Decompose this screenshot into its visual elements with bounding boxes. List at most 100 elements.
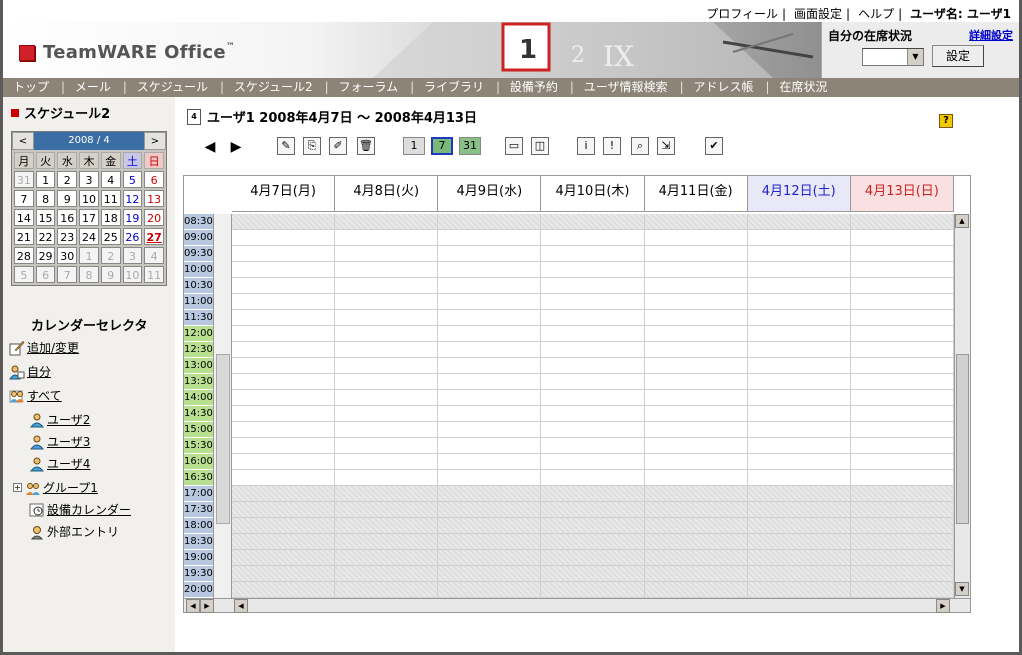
mini-calendar-day[interactable]: 27 [144,228,164,245]
day-header-fri[interactable]: 4月11日(金) [644,176,748,211]
mini-calendar-day[interactable]: 6 [144,171,164,188]
tree-item-self[interactable]: 自分 [9,363,51,380]
schedule-cell[interactable] [748,214,851,229]
copy-entry-icon[interactable]: ⎘ [303,137,321,155]
mini-calendar-day[interactable]: 9 [57,190,78,207]
schedule-cell[interactable] [645,294,748,309]
mini-calendar-day[interactable]: 13 [144,190,164,207]
schedule-cell[interactable] [541,294,645,309]
schedule-cell[interactable] [851,262,954,277]
mini-calendar-day[interactable]: 24 [79,228,99,245]
schedule-cell[interactable] [541,214,645,229]
schedule-cell[interactable] [335,454,439,469]
mini-calendar-day[interactable]: 7 [57,266,78,283]
mini-calendar-day[interactable]: 9 [100,266,121,283]
schedule-cell[interactable] [335,262,439,277]
schedule-cell[interactable] [645,582,748,597]
schedule-cell[interactable] [748,566,851,581]
mini-calendar-day[interactable]: 18 [100,209,121,226]
check-icon[interactable]: ✔ [705,137,723,155]
mini-calendar-day[interactable]: 16 [57,209,78,226]
schedule-cell[interactable] [851,326,954,341]
mini-calendar-day[interactable]: 26 [122,228,143,245]
day-header-sat[interactable]: 4月12日(土) [747,176,851,211]
schedule-cell[interactable] [541,310,645,325]
schedule-cell[interactable] [438,454,542,469]
schedule-cell[interactable] [645,550,748,565]
mini-calendar-day[interactable]: 6 [35,266,56,283]
schedule-cell[interactable] [748,326,851,341]
schedule-cell[interactable] [748,390,851,405]
schedule-cell[interactable] [541,390,645,405]
schedule-cell[interactable] [232,294,336,309]
schedule-cell[interactable] [748,582,851,597]
chevron-down-icon[interactable]: ▼ [907,49,923,65]
schedule-cell[interactable] [335,518,439,533]
presence-detail-link[interactable]: 詳細設定 [969,27,1013,43]
schedule-cell[interactable] [541,278,645,293]
schedule-cell[interactable] [335,326,439,341]
info-icon[interactable]: i [577,137,595,155]
schedule-cell[interactable] [541,550,645,565]
schedule-cell[interactable] [232,438,336,453]
schedule-cell[interactable] [438,550,542,565]
schedule-cell[interactable] [851,534,954,549]
mini-calendar-day[interactable]: 2 [100,247,121,264]
presence-set-button[interactable]: 設定 [932,45,984,67]
schedule-cell[interactable] [232,230,336,245]
mini-calendar-day[interactable]: 7 [14,190,34,207]
scroll-left-icon[interactable]: ◀ [234,599,248,613]
schedule-cell[interactable] [851,342,954,357]
expand-plus-icon[interactable]: + [13,483,22,492]
schedule-cell[interactable] [851,374,954,389]
mini-calendar-day[interactable]: 1 [35,171,56,188]
schedule-cell[interactable] [645,566,748,581]
schedule-cell[interactable] [335,246,439,261]
schedule-cell[interactable] [232,470,336,485]
schedule-cell[interactable] [541,358,645,373]
mini-calendar-day[interactable]: 5 [14,266,34,283]
mini-calendar-day[interactable]: 8 [35,190,56,207]
tree-item-facility-calendar[interactable]: 設備カレンダー [29,501,131,518]
schedule-cell[interactable] [541,486,645,501]
schedule-cell[interactable] [541,438,645,453]
tree-item-user3[interactable]: ユーザ3 [29,433,90,450]
schedule-cell[interactable] [541,502,645,517]
schedule-cell[interactable] [541,422,645,437]
schedule-cell[interactable] [438,358,542,373]
next-week-arrow-icon[interactable]: ▶ [229,137,243,157]
scroll-right-icon[interactable]: ▶ [200,599,214,613]
schedule-cell[interactable] [748,454,851,469]
schedule-cell[interactable] [748,406,851,421]
mini-calendar-day[interactable]: 29 [35,247,56,264]
schedule-cell[interactable] [232,278,336,293]
schedule-cell[interactable] [335,294,439,309]
schedule-cell[interactable] [335,230,439,245]
mini-calendar-day[interactable]: 30 [57,247,78,264]
schedule-cell[interactable] [438,374,542,389]
schedule-cell[interactable] [541,534,645,549]
schedule-cell[interactable] [851,422,954,437]
schedule-cell[interactable] [438,502,542,517]
schedule-cell[interactable] [232,566,336,581]
schedule-cell[interactable] [438,246,542,261]
mini-calendar-day[interactable]: 3 [122,247,143,264]
schedule-cell[interactable] [748,534,851,549]
schedule-cell[interactable] [438,422,542,437]
presence-select[interactable]: ▼ [862,48,924,66]
schedule-cell[interactable] [748,294,851,309]
help-link[interactable]: ヘルプ [858,7,894,21]
split-pane-icon[interactable]: ◫ [531,137,549,155]
left-scrollbar-thumb[interactable] [216,354,230,524]
schedule-cell[interactable] [438,310,542,325]
schedule-cell[interactable] [335,278,439,293]
schedule-cell[interactable] [335,550,439,565]
schedule-cell[interactable] [645,534,748,549]
schedule-cell[interactable] [851,550,954,565]
schedule-cell[interactable] [335,358,439,373]
tree-item-user2[interactable]: ユーザ2 [29,411,90,428]
time-hscrollbar[interactable]: ◀ ▶ [184,598,232,613]
schedule-cell[interactable] [851,294,954,309]
schedule-cell[interactable] [335,438,439,453]
mini-calendar-day[interactable]: 23 [57,228,78,245]
